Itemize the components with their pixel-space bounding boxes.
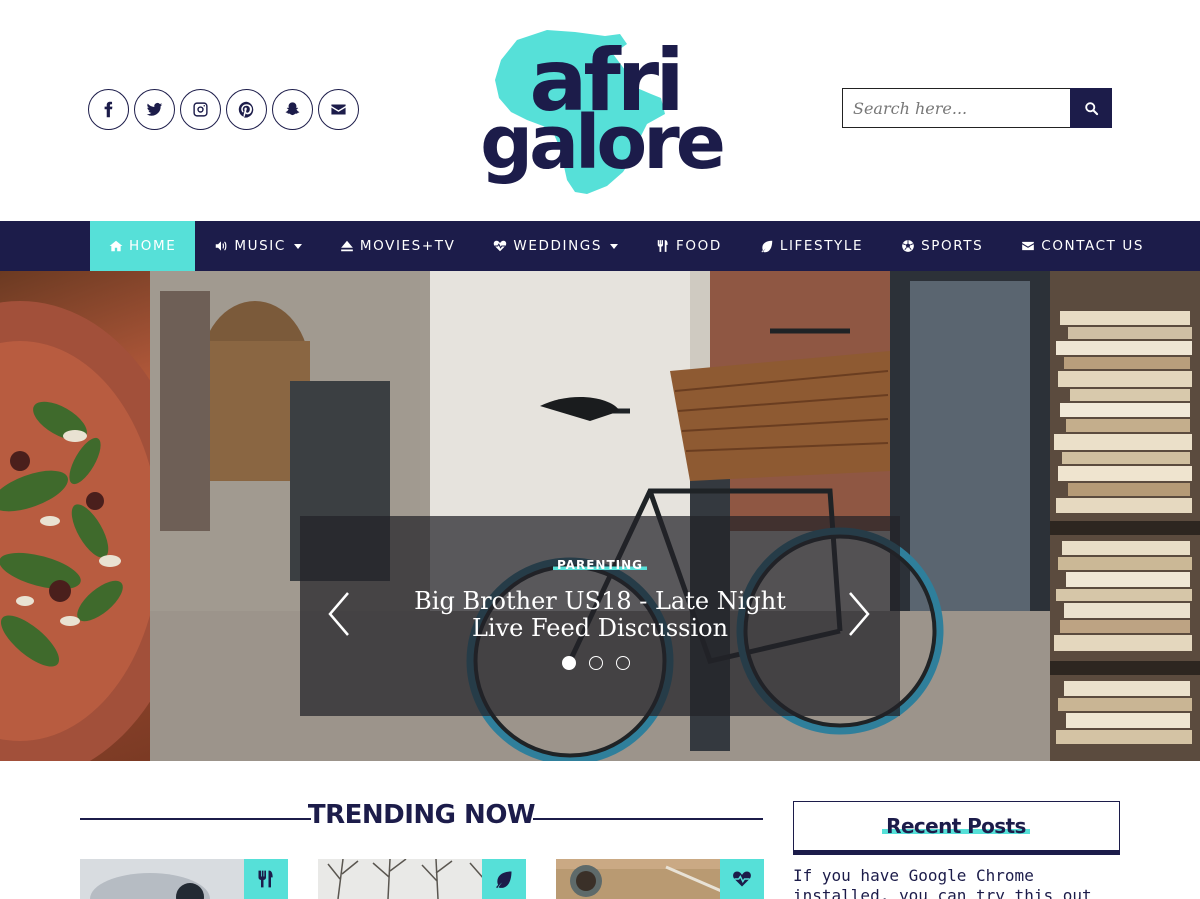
nav-label-music: MUSIC <box>234 238 286 254</box>
facebook-icon <box>104 101 113 118</box>
site-header: afri galore <box>0 0 1200 221</box>
next-slide-preview[interactable] <box>1050 271 1200 761</box>
envelope-icon <box>1022 241 1035 251</box>
pinterest-button[interactable] <box>226 89 267 130</box>
slide-title-line1: Big Brother US18 - Late Night <box>414 587 786 615</box>
nav-item-home[interactable]: HOME <box>90 221 196 271</box>
trending-card[interactable] <box>318 859 526 899</box>
heartbeat-icon <box>494 240 507 252</box>
nav-item-food[interactable]: FOOD <box>637 221 741 271</box>
trending-card[interactable] <box>80 859 288 899</box>
nav-label-contact-us: CONTACT US <box>1041 238 1145 254</box>
nav-item-movies-tv[interactable]: MOVIES+TV <box>321 221 475 271</box>
nav-label-lifestyle: LIFESTYLE <box>779 238 864 254</box>
logo-text-line2: galore <box>480 100 723 186</box>
card-category-badge <box>482 859 526 899</box>
nav-label-movies-tv: MOVIES+TV <box>359 238 456 254</box>
chevron-down-icon <box>293 243 302 249</box>
search-form <box>842 88 1112 128</box>
slider-dots <box>562 656 630 670</box>
nav-item-contact-us[interactable]: CONTACT US <box>1002 221 1163 271</box>
eject-icon <box>341 240 353 252</box>
nav-label-weddings: WEDDINGS <box>513 238 603 254</box>
envelope-icon <box>331 104 346 115</box>
card-category-badge <box>720 859 764 899</box>
leaf-icon <box>761 240 773 253</box>
snapchat-button[interactable] <box>272 89 313 130</box>
nav-item-music[interactable]: MUSIC <box>195 221 321 271</box>
featured-slider: PARENTING Big Brother US18 - Late Night … <box>0 271 1200 761</box>
trending-section-header: TRENDING NOW <box>80 800 763 840</box>
salad-plate-image <box>0 301 195 761</box>
stacked-books-image <box>1050 271 1200 761</box>
slide-category[interactable]: PARENTING <box>552 558 647 572</box>
recent-post-excerpt[interactable]: If you have Google Chrome installed, you… <box>793 866 1120 899</box>
nav-item-lifestyle[interactable]: LIFESTYLE <box>741 221 882 271</box>
nav-item-weddings[interactable]: WEDDINGS <box>474 221 637 271</box>
recent-posts-title: Recent Posts <box>882 814 1030 838</box>
social-links <box>88 89 359 130</box>
facebook-button[interactable] <box>88 89 129 130</box>
twitter-button[interactable] <box>134 89 175 130</box>
heartbeat-icon <box>733 871 751 887</box>
slide-caption: PARENTING Big Brother US18 - Late Night … <box>300 516 900 716</box>
soccer-ball-icon <box>902 240 914 252</box>
volume-icon <box>216 241 227 251</box>
email-button[interactable] <box>318 89 359 130</box>
slider-prev-button[interactable] <box>324 589 354 639</box>
trending-title: TRENDING NOW <box>307 800 536 830</box>
cutlery-icon <box>258 870 273 888</box>
slider-dot-2[interactable] <box>589 656 603 670</box>
trending-card[interactable] <box>556 859 764 899</box>
nav-item-sports[interactable]: SPORTS <box>882 221 1002 271</box>
slider-dot-1[interactable] <box>562 656 576 670</box>
nav-label-food: FOOD <box>676 238 722 254</box>
search-input[interactable] <box>842 88 1070 128</box>
instagram-button[interactable] <box>180 89 221 130</box>
search-icon <box>1084 101 1098 115</box>
logo-graphic: afri galore <box>480 30 727 194</box>
divider-right <box>533 818 763 820</box>
instagram-icon <box>193 102 208 117</box>
site-logo[interactable]: afri galore <box>455 22 755 202</box>
search-button[interactable] <box>1070 88 1112 128</box>
nav-label-sports: SPORTS <box>921 238 984 254</box>
slide-title[interactable]: Big Brother US18 - Late Night Live Feed … <box>400 588 800 642</box>
chevron-down-icon <box>610 243 619 249</box>
leaf-icon <box>496 871 512 889</box>
snapchat-icon <box>285 102 300 116</box>
slider-dot-3[interactable] <box>616 656 630 670</box>
prev-slide-preview[interactable] <box>0 271 195 761</box>
main-navigation: HOME MUSIC MOVIES+TV WEDDINGS FOOD LIFES… <box>0 221 1200 271</box>
pinterest-icon <box>238 101 254 118</box>
recent-posts-widget-header: Recent Posts <box>793 801 1120 855</box>
slider-next-button[interactable] <box>844 589 874 639</box>
nav-label-home: HOME <box>129 238 177 254</box>
card-category-badge <box>244 859 288 899</box>
home-icon <box>109 240 123 252</box>
chevron-right-icon <box>849 592 870 636</box>
twitter-icon <box>146 103 163 116</box>
chevron-left-icon <box>328 592 349 636</box>
slide-title-line2: Live Feed Discussion <box>471 614 729 642</box>
cutlery-icon <box>657 240 668 252</box>
